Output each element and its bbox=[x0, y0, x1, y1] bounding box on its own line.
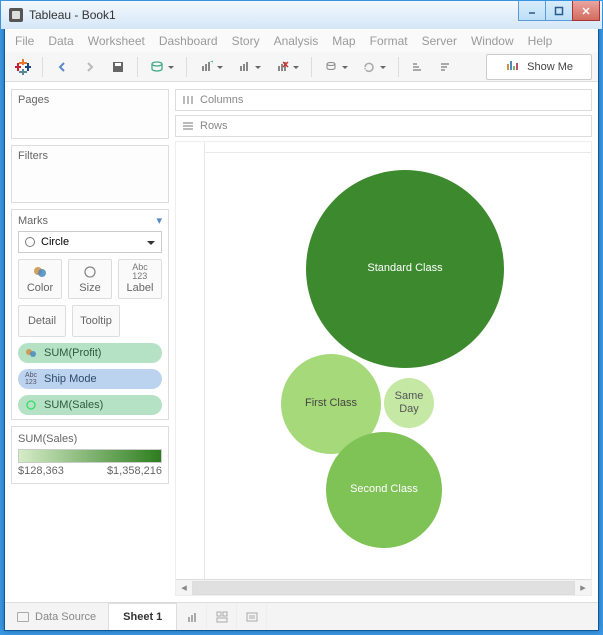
legend-gradient[interactable] bbox=[18, 449, 162, 463]
new-story-button[interactable] bbox=[237, 603, 267, 630]
menu-dashboard[interactable]: Dashboard bbox=[159, 34, 218, 48]
menu-format[interactable]: Format bbox=[370, 34, 408, 48]
menu-server[interactable]: Server bbox=[422, 34, 457, 48]
menu-file[interactable]: File bbox=[15, 34, 34, 48]
detail-button[interactable]: Detail bbox=[18, 305, 66, 337]
mark-type-value: Circle bbox=[41, 236, 69, 248]
pill-label: SUM(Sales) bbox=[44, 399, 103, 411]
run-button[interactable] bbox=[357, 55, 391, 79]
tooltip-button[interactable]: Tooltip bbox=[72, 305, 120, 337]
bubble-standard-class[interactable]: Standard Class bbox=[306, 170, 504, 368]
minimize-button[interactable] bbox=[518, 1, 546, 21]
label-icon: Abc123 bbox=[132, 264, 148, 280]
sort-asc-button[interactable] bbox=[406, 55, 430, 79]
titlebar[interactable]: Tableau - Book1 bbox=[1, 1, 602, 29]
save-button[interactable] bbox=[106, 55, 130, 79]
color-icon bbox=[22, 347, 40, 359]
axis-line bbox=[204, 142, 205, 579]
columns-label: Columns bbox=[200, 94, 243, 106]
pages-label: Pages bbox=[18, 94, 49, 106]
legend-min: $128,363 bbox=[18, 465, 64, 477]
duplicate-sheet-button[interactable] bbox=[232, 55, 266, 79]
bubble-second-class[interactable]: Second Class bbox=[326, 432, 442, 548]
forward-button[interactable] bbox=[78, 55, 102, 79]
color-button[interactable]: Color bbox=[18, 259, 62, 299]
autoupdate-button[interactable] bbox=[319, 55, 353, 79]
marks-title: Marks bbox=[18, 215, 48, 227]
color-legend: SUM(Sales) $128,363 $1,358,216 bbox=[11, 426, 169, 484]
size-icon bbox=[83, 264, 97, 280]
circle-icon bbox=[25, 237, 35, 247]
marks-card: Marks ▾ Circle Color Size Abc123Label Det… bbox=[11, 209, 169, 420]
pill-sum-profit[interactable]: SUM(Profit) bbox=[18, 343, 162, 363]
tab-bar: Data Source Sheet 1 bbox=[5, 602, 598, 630]
tableau-logo-icon[interactable] bbox=[11, 55, 35, 79]
menu-worksheet[interactable]: Worksheet bbox=[88, 34, 145, 48]
label-button[interactable]: Abc123Label bbox=[118, 259, 162, 299]
size-icon bbox=[22, 399, 40, 411]
mark-type-select[interactable]: Circle bbox=[18, 231, 162, 253]
pill-label: Ship Mode bbox=[44, 373, 97, 385]
menubar: File Data Worksheet Dashboard Story Anal… bbox=[5, 30, 598, 52]
datasource-icon bbox=[17, 612, 29, 622]
rows-icon bbox=[182, 121, 194, 131]
visualization-canvas[interactable]: Standard Class First Class Same Day Seco… bbox=[175, 141, 592, 596]
new-dashboard-button[interactable] bbox=[207, 603, 237, 630]
svg-text:+: + bbox=[210, 60, 213, 68]
bars-icon bbox=[505, 58, 519, 75]
new-worksheet-button[interactable] bbox=[177, 603, 207, 630]
datasource-button[interactable] bbox=[145, 55, 179, 79]
pill-sum-sales[interactable]: SUM(Sales) bbox=[18, 395, 162, 415]
columns-icon bbox=[182, 95, 194, 105]
pill-ship-mode[interactable]: Abc123 Ship Mode bbox=[18, 369, 162, 389]
pill-label: SUM(Profit) bbox=[44, 347, 101, 359]
axis-line bbox=[204, 152, 591, 153]
toolbar: + Show Me bbox=[5, 52, 598, 82]
rows-shelf[interactable]: Rows bbox=[175, 115, 592, 137]
sheet-tab[interactable]: Sheet 1 bbox=[108, 603, 177, 630]
menu-story[interactable]: Story bbox=[232, 34, 260, 48]
new-sheet-button[interactable]: + bbox=[194, 55, 228, 79]
filters-label: Filters bbox=[18, 150, 48, 162]
window-title: Tableau - Book1 bbox=[29, 8, 116, 22]
size-button[interactable]: Size bbox=[68, 259, 112, 299]
legend-max: $1,358,216 bbox=[107, 465, 162, 477]
color-icon bbox=[33, 264, 47, 280]
datasource-label: Data Source bbox=[35, 611, 96, 623]
legend-title: SUM(Sales) bbox=[18, 433, 162, 445]
sort-desc-button[interactable] bbox=[434, 55, 458, 79]
menu-map[interactable]: Map bbox=[332, 34, 355, 48]
menu-window[interactable]: Window bbox=[471, 34, 514, 48]
rows-label: Rows bbox=[200, 120, 228, 132]
sheet-label: Sheet 1 bbox=[123, 611, 162, 623]
show-me-label: Show Me bbox=[527, 61, 573, 73]
label-icon: Abc123 bbox=[22, 372, 40, 386]
pages-shelf[interactable]: Pages bbox=[11, 89, 169, 139]
columns-shelf[interactable]: Columns bbox=[175, 89, 592, 111]
scroll-right-icon[interactable]: ▸ bbox=[575, 581, 591, 594]
close-button[interactable] bbox=[572, 1, 600, 21]
horizontal-scrollbar[interactable]: ◂ ▸ bbox=[176, 579, 591, 595]
back-button[interactable] bbox=[50, 55, 74, 79]
menu-help[interactable]: Help bbox=[528, 34, 553, 48]
marks-menu-icon[interactable]: ▾ bbox=[156, 214, 162, 227]
maximize-button[interactable] bbox=[545, 1, 573, 21]
app-icon bbox=[9, 8, 23, 22]
scroll-left-icon[interactable]: ◂ bbox=[176, 581, 192, 594]
bubble-same-day[interactable]: Same Day bbox=[384, 378, 434, 428]
filters-shelf[interactable]: Filters bbox=[11, 145, 169, 203]
menu-analysis[interactable]: Analysis bbox=[274, 34, 319, 48]
clear-sheet-button[interactable] bbox=[270, 55, 304, 79]
show-me-button[interactable]: Show Me bbox=[486, 54, 592, 80]
datasource-tab[interactable]: Data Source bbox=[5, 603, 109, 630]
menu-data[interactable]: Data bbox=[48, 34, 73, 48]
